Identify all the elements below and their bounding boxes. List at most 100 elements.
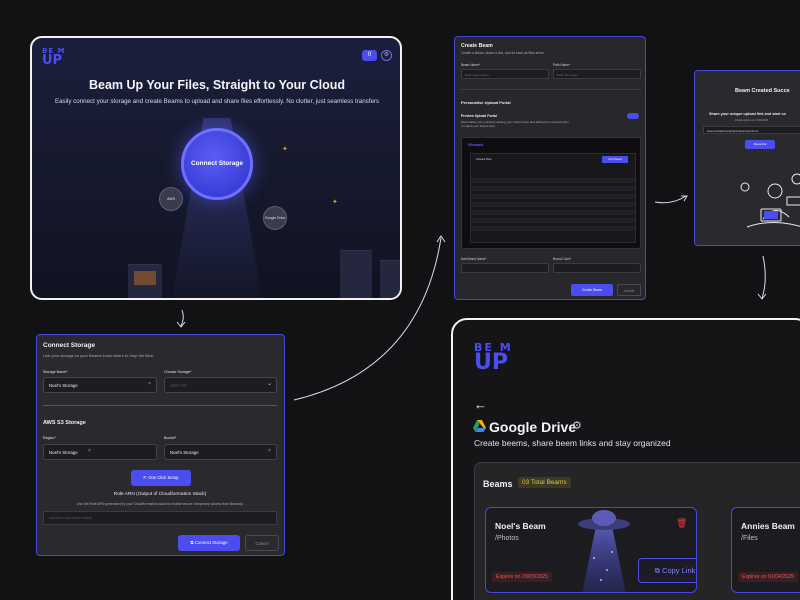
aws-option[interactable]: AWS: [159, 187, 183, 211]
choose-storage-label: Choose Storage*: [164, 370, 192, 374]
brand-name-label: Add Brand Name*: [461, 257, 487, 261]
brand-name-input[interactable]: [461, 263, 549, 273]
beam-name-input[interactable]: Enter beam name: [461, 69, 549, 79]
bucket-input[interactable]: Noel's Storage ×: [164, 444, 277, 460]
preview-label: Preview Upload Portal: [461, 114, 497, 118]
one-click-setup-button[interactable]: ⇱ One Click Setup: [131, 470, 191, 486]
beams-heading: Beams: [483, 479, 513, 489]
google-drive-option[interactable]: Google Drive: [263, 206, 287, 230]
storage-name-label: Storage Name*: [43, 370, 68, 374]
bucket-value: Noel's Storage: [170, 450, 199, 455]
clear-icon[interactable]: ×: [148, 381, 151, 387]
one-click-setup-label: One Click Setup: [148, 475, 179, 480]
beam-created-subtitle: Share your unique upload link and start …: [709, 112, 787, 116]
logo-bottom-text: UP: [42, 52, 63, 68]
divider: [461, 89, 641, 90]
notification-badge[interactable]: 0: [362, 50, 377, 61]
brand-color-label: Brand Color*: [553, 257, 572, 261]
beam-created-panel: Beam Created Succe Share your unique upl…: [694, 70, 800, 246]
arrow-left-icon[interactable]: ←: [474, 397, 487, 412]
beam-expiry: Expires on 29/03/2025: [492, 572, 552, 582]
preview-get-shared-button: Get Shared: [602, 156, 628, 163]
page-title: Google Drive: [489, 419, 577, 435]
beam-expiry: Expires on 01/04/2025: [738, 572, 798, 582]
storage-name-input[interactable]: Noel's Storage ×: [43, 377, 157, 393]
role-arn-title: Role ARN (Output of Cloudformation Stack…: [113, 492, 207, 497]
preview-brand: Filemails: [468, 143, 484, 147]
personalise-title: Personalise Upload Portal: [461, 100, 511, 105]
beam-name-label: Beam Name*: [461, 63, 480, 67]
region-value: Noel's Storage: [49, 450, 78, 455]
preview-shared-label: Shared Files: [476, 157, 492, 161]
app-logo[interactable]: BE M UP: [474, 342, 513, 376]
window-illustration: [134, 271, 156, 285]
clear-icon[interactable]: ×: [268, 448, 271, 454]
ufo-illustration: [578, 510, 630, 592]
building-illustration: [340, 250, 372, 298]
hero-panel: BE M UP 0 ⚙ Beam Up Your Files, Straight…: [30, 36, 402, 300]
chevron-down-icon: ⌄: [267, 381, 273, 387]
region-label: Region*: [43, 436, 56, 440]
logo-bottom-text: UP: [474, 350, 508, 376]
copy-icon: ⧉: [654, 566, 663, 575]
preview-box: [470, 153, 636, 243]
copy-link-label: Copy Link: [662, 566, 696, 575]
path-name-input[interactable]: Enter file name: [553, 69, 641, 79]
create-beam-button[interactable]: Create Beam: [571, 284, 613, 296]
beam-name: Annies Beam: [741, 521, 795, 531]
cancel-button[interactable]: Cancel: [617, 284, 641, 296]
hero-subtitle: Easily connect your storage and create B…: [54, 98, 380, 105]
role-arn-input[interactable]: Add/link to the created stack: [43, 511, 277, 525]
beam-created-title: Beam Created Succe: [735, 88, 790, 94]
beam-card[interactable]: Annies Beam /Files Expires on 01/04/2025: [731, 507, 800, 593]
preview-description: Personalise your portal by adding your b…: [461, 120, 569, 128]
beams-card: Beams 03 Total Beams Noel's Beam /Photos…: [474, 462, 800, 600]
gear-icon[interactable]: ⚙: [572, 419, 582, 432]
building-illustration: [380, 260, 400, 298]
trash-icon[interactable]: 🗑: [676, 518, 687, 529]
cancel-button[interactable]: Cancel: [245, 535, 279, 551]
beam-path: /Photos: [495, 535, 519, 542]
connect-storage-button[interactable]: Connect Storage: [181, 128, 253, 200]
clear-icon[interactable]: ×: [88, 448, 91, 454]
star-icon: ✦: [282, 146, 288, 153]
choose-storage-value: AWS S3: [170, 383, 187, 388]
copy-link-button[interactable]: ⧉ Copy Link: [638, 558, 696, 583]
upload-link-field[interactable]: www.uploadsomething/v1/beamupcurrent: [703, 126, 800, 134]
hero-title: Beam Up Your Files, Straight to Your Clo…: [88, 78, 346, 92]
role-arn-description: Use the Role ARN generated by your Cloud…: [76, 502, 244, 506]
choose-storage-select[interactable]: AWS S3 ⌄: [164, 377, 277, 393]
beam-card[interactable]: Noel's Beam /Photos Expires on 29/03/202…: [485, 507, 697, 593]
share-link-button[interactable]: Share link: [745, 140, 775, 149]
star-icon: ✦: [332, 199, 338, 206]
divider: [43, 405, 277, 406]
path-name-label: Path Name*: [553, 63, 571, 67]
total-beams-badge: 03 Total Beams: [518, 477, 571, 488]
connect-storage-title: Connect Storage: [43, 342, 96, 349]
create-beam-panel: Create Beam Create a Beam, share a link,…: [454, 36, 646, 300]
bucket-label: Bucket*: [164, 436, 177, 440]
region-input[interactable]: Noel's Storage ×: [43, 444, 157, 460]
app-logo[interactable]: BE M UP: [42, 48, 66, 67]
portal-preview: Filemails Shared Files Get Shared: [461, 137, 641, 249]
beam-name: Noel's Beam: [495, 521, 546, 531]
settings-icon[interactable]: ⚙: [381, 50, 392, 61]
create-beam-subtitle: Create a Beam, share a link, and sit bac…: [461, 51, 545, 55]
brand-color-input[interactable]: [553, 263, 641, 273]
storage-name-value: Noel's Storage: [49, 383, 78, 388]
connect-storage-submit-label: Connect Storage: [194, 540, 228, 545]
page-subtitle: Create beems, share beem links and stay …: [474, 438, 671, 448]
beam-path: /Files: [741, 535, 758, 542]
connect-storage-subtitle: Link your storage so your Beams know whe…: [43, 353, 154, 358]
connect-storage-panel: Connect Storage Link your storage so you…: [36, 334, 285, 556]
google-drive-icon: [473, 420, 486, 432]
aws-option-label: AWS: [167, 197, 175, 201]
portal-expiry: Portal expires on 17/03/2025: [735, 119, 769, 122]
google-drive-option-label: Google Drive: [264, 216, 286, 220]
dashboard-panel: BE M UP ← Google Drive ⚙ Create beems, s…: [451, 318, 800, 600]
person-illustration: [740, 173, 800, 228]
preview-toggle[interactable]: [627, 113, 639, 119]
create-beam-title: Create Beam: [461, 43, 493, 49]
connect-storage-submit-button[interactable]: ⧉ Connect Storage: [178, 535, 240, 551]
aws-s3-section-title: AWS S3 Storage: [43, 420, 86, 426]
